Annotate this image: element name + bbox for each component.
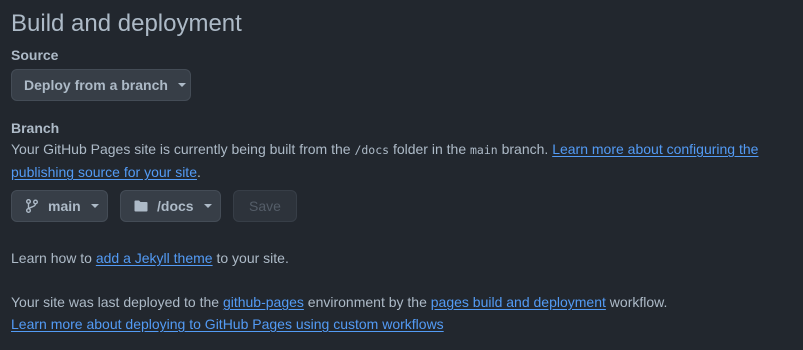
source-dropdown-value: Deploy from a branch xyxy=(24,77,168,93)
jekyll-theme-text: Learn how to add a Jekyll theme to your … xyxy=(11,247,781,269)
branch-select-button[interactable]: main xyxy=(11,190,108,222)
source-label: Source xyxy=(11,47,59,63)
jekyll-prefix: Learn how to xyxy=(11,250,96,266)
deployment-info: Your site was last deployed to the githu… xyxy=(11,291,781,335)
section-title: Build and deployment xyxy=(11,10,242,37)
git-branch-icon xyxy=(24,198,40,214)
branch-description-suffix: branch. xyxy=(497,141,553,157)
folder-code: /docs xyxy=(354,143,390,157)
deployment-middle: environment by the xyxy=(303,294,431,310)
folder-select-value: /docs xyxy=(157,198,194,214)
caret-down-icon xyxy=(177,83,186,87)
branch-description: Your GitHub Pages site is currently bein… xyxy=(11,138,781,183)
source-dropdown-button[interactable]: Deploy from a branch xyxy=(11,69,191,101)
branch-code: main xyxy=(470,143,498,157)
caret-down-icon xyxy=(90,204,99,208)
folder-select-button[interactable]: /docs xyxy=(120,190,221,222)
branch-description-middle: folder in the xyxy=(389,141,470,157)
pages-build-deployment-workflow-link[interactable]: pages build and deployment xyxy=(431,294,606,310)
branch-description-period: . xyxy=(197,164,201,180)
branch-description-prefix: Your GitHub Pages site is currently bein… xyxy=(11,141,355,157)
branch-select-value: main xyxy=(48,198,81,214)
deployment-prefix: Your site was last deployed to the xyxy=(11,294,223,310)
add-jekyll-theme-link[interactable]: add a Jekyll theme xyxy=(96,250,213,266)
custom-workflows-link[interactable]: Learn more about deploying to GitHub Pag… xyxy=(11,316,444,332)
github-pages-environment-link[interactable]: github-pages xyxy=(223,294,304,310)
jekyll-suffix: to your site. xyxy=(212,250,289,266)
caret-down-icon xyxy=(203,204,212,208)
branch-label: Branch xyxy=(11,120,60,136)
deployment-suffix: workflow. xyxy=(605,294,668,310)
folder-icon xyxy=(133,198,149,214)
save-button[interactable]: Save xyxy=(233,190,297,222)
